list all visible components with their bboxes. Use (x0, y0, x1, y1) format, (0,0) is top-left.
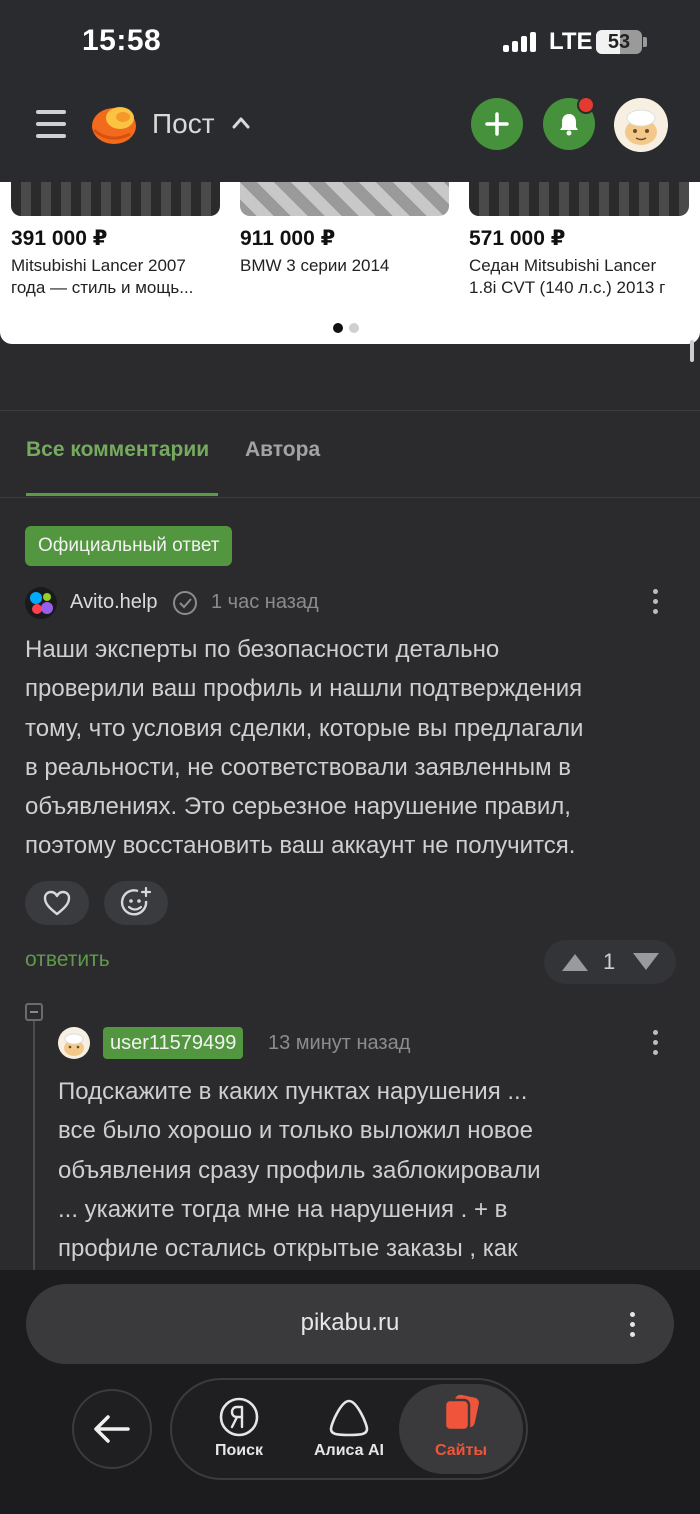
reply-time: 13 минут назад (268, 1032, 411, 1054)
ad-desc-line: Mitsubishi Lancer 2007 (11, 256, 186, 275)
ad-price: 391 000 ₽ (11, 227, 108, 250)
back-button[interactable] (72, 1389, 152, 1469)
comment-line: поэтому восстановить ваш аккаунт не полу… (25, 832, 576, 860)
reply-line: все было хорошо и только выложил новое (58, 1117, 533, 1145)
tab-all-comments[interactable]: Все комментарии (26, 438, 209, 462)
ad-price: 911 000 ₽ (240, 227, 336, 250)
ad-item[interactable]: 571 000 ₽ Седан Mitsubishi Lancer 1.8i C… (458, 182, 700, 299)
heart-icon (43, 890, 71, 916)
reply-author[interactable]: user11579499 (103, 1027, 244, 1059)
battery-tip (643, 37, 647, 47)
more-options-icon[interactable] (653, 1030, 659, 1056)
comment-line: проверили ваш профиль и нашли подтвержде… (25, 675, 583, 703)
thread-line[interactable] (33, 1020, 35, 1280)
divider (0, 410, 700, 411)
collapse-thread-icon[interactable] (25, 1003, 43, 1021)
ad-desc-line: 1.8i CVT (140 л.с.) 2013 г (469, 278, 666, 297)
yandex-search-icon (219, 1397, 259, 1437)
comment-time: 1 час назад (211, 591, 319, 613)
official-answer-badge: Официальный ответ (25, 526, 233, 566)
carousel-dot[interactable] (349, 323, 359, 333)
scrollbar[interactable] (690, 340, 694, 362)
ad-price: 571 000 ₽ (469, 227, 566, 250)
ad-item[interactable]: 911 000 ₽ BMW 3 серии 2014 (229, 182, 449, 277)
avito-avatar[interactable] (25, 587, 57, 619)
notification-dot (577, 96, 595, 114)
chevron-up-icon[interactable] (232, 114, 250, 132)
page: 15:58 LTE 53 Пост 391 000 ₽ Mitsubishi L… (0, 0, 700, 1514)
add-reaction-button[interactable] (104, 881, 168, 925)
ad-image (240, 182, 449, 216)
nav-search[interactable]: Поиск (184, 1378, 294, 1480)
page-title[interactable]: Пост (152, 108, 215, 140)
ad-desc-line: Седан Mitsubishi Lancer (469, 256, 657, 275)
sites-icon (443, 1394, 479, 1432)
carousel-dots[interactable] (333, 320, 365, 338)
alice-icon (329, 1399, 369, 1437)
status-time: 15:58 (82, 24, 162, 57)
comment-line: объявлениях. Это серьезное нарушение пра… (25, 793, 571, 821)
reply-line: профиле остались открытые заказы , как (58, 1235, 518, 1263)
arrow-left-icon (94, 1415, 130, 1443)
comment-line: Наши эксперты по безопасности детально (25, 636, 500, 663)
comment-body: Наши эксперты по безопасности детально п… (25, 630, 583, 866)
reply-line: объявления сразу профиль заблокировали (58, 1156, 541, 1184)
address-bar[interactable]: pikabu.ru (26, 1284, 674, 1364)
nav-alice[interactable]: Алиса AI (294, 1378, 404, 1480)
comment-line: в реальности, не соответствовали заявлен… (25, 753, 572, 781)
ad-item[interactable]: 391 000 ₽ Mitsubishi Lancer 2007 года — … (0, 182, 220, 299)
status-bar: 15:58 LTE 53 (0, 0, 700, 86)
like-button[interactable] (25, 881, 89, 925)
ad-desc-line: BMW 3 серии 2014 (240, 256, 390, 275)
nav-label: Сайты (435, 1442, 487, 1459)
ad-image (11, 182, 220, 216)
profile-avatar[interactable] (614, 98, 668, 152)
url-text[interactable]: pikabu.ru (26, 1309, 674, 1337)
vote-count: 1 (603, 949, 616, 974)
signal-icon (503, 32, 541, 52)
downvote-icon[interactable] (631, 952, 661, 972)
battery-level: 53 (607, 31, 631, 53)
active-tab-indicator (26, 493, 218, 496)
more-options-icon[interactable] (653, 589, 659, 615)
verified-icon (173, 591, 197, 615)
ad-carousel: 391 000 ₽ Mitsubishi Lancer 2007 года — … (0, 182, 700, 344)
nav-label: Поиск (214, 1442, 263, 1459)
reply-link[interactable]: ответить (25, 948, 110, 972)
emoji-add-icon (120, 886, 152, 916)
reply-line: ... укажите тогда мне на нарушения . + в (58, 1195, 508, 1223)
ad-description: BMW 3 серии 2014 (229, 255, 449, 277)
ad-description: Седан Mitsubishi Lancer 1.8i CVT (140 л.… (458, 255, 700, 299)
nav-sites[interactable]: Сайты (406, 1378, 516, 1480)
divider (0, 497, 700, 498)
ad-description: Mitsubishi Lancer 2007 года — стиль и мо… (0, 255, 220, 299)
ad-desc-line: года — стиль и мощь... (11, 278, 194, 297)
add-post-button[interactable] (471, 98, 523, 150)
menu-icon[interactable] (36, 110, 66, 138)
reply-avatar[interactable] (58, 1027, 90, 1059)
comment-author[interactable]: Avito.help (70, 591, 157, 614)
bell-icon (560, 114, 578, 136)
vote-control: 1 (544, 940, 676, 984)
nav-label: Алиса AI (314, 1442, 384, 1459)
comment-line: тому, что условия сделки, которые вы пре… (25, 714, 584, 742)
tab-author[interactable]: Автора (245, 438, 320, 462)
carousel-dot-active[interactable] (333, 323, 343, 333)
pikabu-logo-icon[interactable] (90, 100, 138, 146)
plus-icon (485, 112, 509, 136)
reply-line: Подскажите в каких пунктах нарушения ... (58, 1078, 528, 1105)
network-type: LTE (549, 28, 593, 55)
app-header: Пост (0, 86, 700, 182)
browser-menu-icon[interactable] (630, 1312, 636, 1338)
reply-body: Подскажите в каких пунктах нарушения ...… (58, 1072, 541, 1268)
upvote-icon[interactable] (560, 952, 590, 972)
battery-icon: 53 (596, 30, 642, 54)
ad-image (469, 182, 689, 216)
